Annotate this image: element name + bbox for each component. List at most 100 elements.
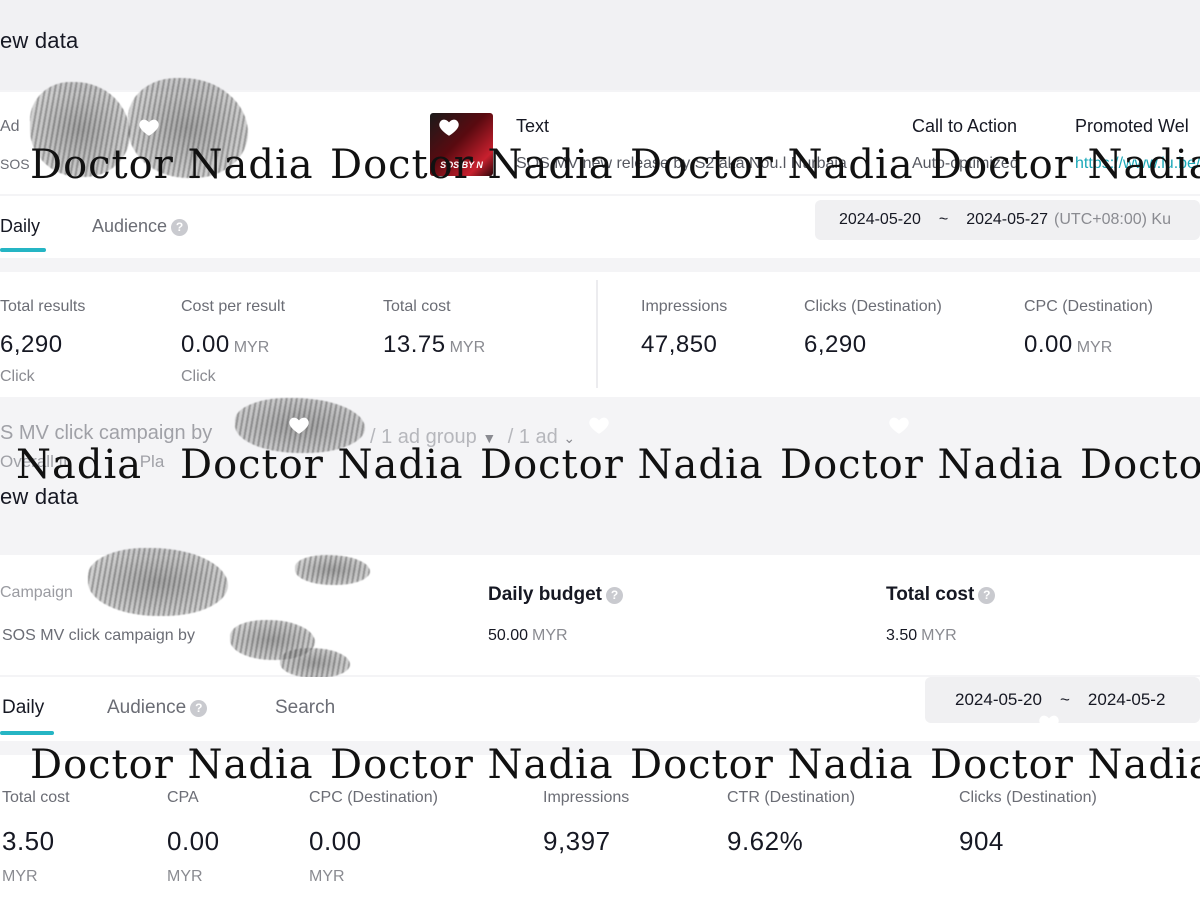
watermark-text: Doctor xyxy=(1080,442,1200,488)
metric-value: 47,850 xyxy=(641,331,718,358)
help-icon[interactable]: ? xyxy=(978,587,996,604)
watermark-text: Doctor Nadia xyxy=(330,742,614,788)
ad-label: Ad xyxy=(0,118,20,135)
metric-value: 13.75 xyxy=(383,331,446,358)
heart-icon xyxy=(139,119,159,136)
total-cost-label-text: Total cost xyxy=(886,584,975,605)
ad-name-preview: SOS xyxy=(0,156,30,172)
metric-value: 9.62% xyxy=(727,826,804,856)
watermark-text: Doctor Nadia xyxy=(780,442,1064,488)
metric-value: 9,397 xyxy=(543,826,611,856)
metric-sub: Click xyxy=(181,368,216,385)
tab-audience-label: Audience xyxy=(92,216,168,236)
top-metrics-panel xyxy=(0,272,1200,397)
text-column-header: Text xyxy=(516,116,550,136)
daily-budget-label: Daily budget? xyxy=(488,584,624,606)
tab-audience[interactable]: Audience? xyxy=(92,216,189,237)
watermark-text: Nadia xyxy=(16,442,143,488)
date-separator: ~ xyxy=(938,211,949,228)
metric-unit: MYR xyxy=(1076,339,1113,356)
metric-value: 0.00 xyxy=(1024,331,1073,358)
metric-label: Total cost xyxy=(383,298,451,315)
metric-sub: Click xyxy=(0,368,35,385)
metric-label: Clicks (Destination) xyxy=(804,298,942,315)
top-header-bar xyxy=(0,0,1200,90)
date-range-picker[interactable]: 2024-05-20 ~ 2024-05-27 (UTC+08:00) Ku xyxy=(815,200,1200,240)
metric-label: Impressions xyxy=(641,298,728,315)
metrics-divider xyxy=(596,280,598,388)
metric-label: CPC (Destination) xyxy=(1024,298,1153,315)
timezone: (UTC+08:00) Ku xyxy=(1054,211,1171,228)
heart-icon xyxy=(289,417,309,434)
date-end: 2024-05-27 xyxy=(966,211,1049,228)
watermark-text: Doctor Nadia xyxy=(480,442,764,488)
campaign-name: SOS MV click campaign by xyxy=(2,627,195,644)
breadcrumb-campaign[interactable]: S MV click campaign by xyxy=(0,422,212,444)
metric-label: Total cost xyxy=(2,789,70,806)
metric-value: 3.50 xyxy=(2,826,55,856)
date-start: 2024-05-20 xyxy=(839,211,921,228)
metric-value-group: 13.75 MYR xyxy=(383,331,485,359)
total-cost-label: Total cost? xyxy=(886,584,996,606)
metric-label: Clicks (Destination) xyxy=(959,789,1097,806)
metric-label: Cost per result xyxy=(181,298,286,315)
watermark-text: Doctor Nadia xyxy=(180,442,464,488)
redaction-scribble xyxy=(280,648,350,678)
metric-unit: MYR xyxy=(449,339,486,356)
tab-daily[interactable]: Daily xyxy=(0,216,40,237)
metric-value: 0.00 xyxy=(167,826,220,856)
help-icon[interactable]: ? xyxy=(606,587,624,604)
metric-value: 6,290 xyxy=(0,331,63,358)
metric-label: Impressions xyxy=(543,789,630,806)
metric-label: CPA xyxy=(167,789,199,806)
metric-value: 904 xyxy=(959,826,1004,856)
heart-icon xyxy=(1039,715,1059,732)
metric-value-group: 0.00 MYR xyxy=(181,331,269,359)
watermark-text: Doctor Nadia xyxy=(930,142,1200,188)
date-separator: ~ xyxy=(1059,690,1070,709)
budget-unit: MYR xyxy=(532,627,568,644)
cta-column-header: Call to Action xyxy=(912,116,1018,136)
date-start: 2024-05-20 xyxy=(955,690,1042,709)
metric-label: CTR (Destination) xyxy=(727,789,856,806)
total-cost-value: 3.50 MYR xyxy=(886,627,957,645)
metric-value: 0.00 xyxy=(309,826,362,856)
daily-budget-label-text: Daily budget xyxy=(488,584,603,605)
cost-amount: 3.50 xyxy=(886,627,918,644)
date-range-picker[interactable]: 2024-05-20 ~ 2024-05-2 xyxy=(925,677,1200,723)
redaction-scribble xyxy=(295,555,370,585)
tab-search[interactable]: Search xyxy=(275,697,335,719)
help-icon[interactable]: ? xyxy=(171,219,189,236)
tab-daily-underline xyxy=(0,731,54,735)
metric-value-group: 0.00 MYR xyxy=(1024,331,1112,359)
watermark-text: Doctor Nadia xyxy=(630,742,914,788)
daily-budget-value: 50.00 MYR xyxy=(488,627,568,645)
metric-sub: MYR xyxy=(167,868,203,885)
metric-value: 6,290 xyxy=(804,331,867,358)
watermark-text: Doctor Nadia xyxy=(630,142,914,188)
metric-label: CPC (Destination) xyxy=(309,789,438,806)
tab-daily[interactable]: Daily xyxy=(2,697,44,719)
promoted-website-header: Promoted Wel xyxy=(1075,116,1189,136)
watermark-text: Doctor Nadia xyxy=(930,742,1200,788)
tab-audience-label: Audience xyxy=(107,697,187,718)
heart-icon xyxy=(589,417,609,434)
metric-sub: MYR xyxy=(309,868,345,885)
campaign-label: Campaign xyxy=(0,584,73,601)
date-end: 2024-05-2 xyxy=(1087,690,1166,709)
metric-value: 0.00 xyxy=(181,331,230,358)
top-page-title: ew data xyxy=(0,28,79,53)
tab-daily-underline xyxy=(0,248,46,252)
metric-sub: MYR xyxy=(2,868,38,885)
metric-unit: MYR xyxy=(233,339,270,356)
cost-unit: MYR xyxy=(921,627,957,644)
heart-icon xyxy=(439,119,459,136)
tab-audience[interactable]: Audience? xyxy=(107,697,208,719)
subtab-placement[interactable]: Pla xyxy=(140,452,165,471)
watermark-text: Doctor Nadia xyxy=(30,742,314,788)
watermark-text: Doctor Nadia xyxy=(30,142,314,188)
heart-icon xyxy=(889,417,909,434)
help-icon[interactable]: ? xyxy=(190,700,208,717)
metric-label: Total results xyxy=(0,298,86,315)
budget-amount: 50.00 xyxy=(488,627,529,644)
